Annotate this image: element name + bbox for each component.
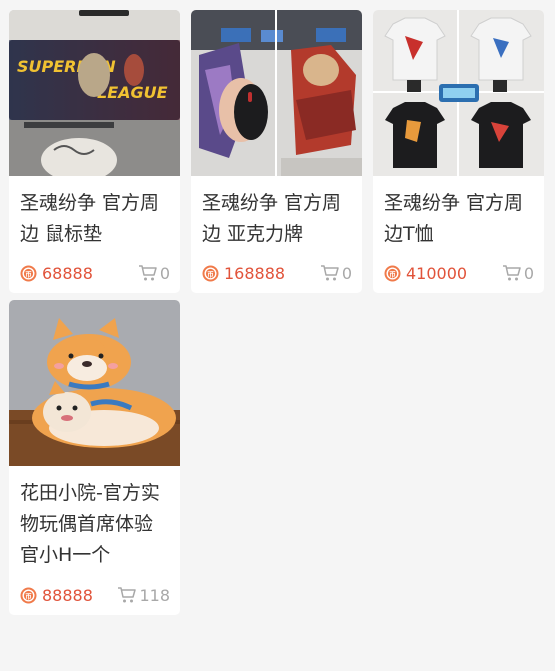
product-card[interactable]: 圣魂纷争 官方周边 亚克力牌 币 168888 0 xyxy=(191,10,362,293)
coin-icon: 币 xyxy=(20,587,37,604)
cart-count: 118 xyxy=(139,585,170,605)
product-price: 410000 xyxy=(406,263,468,283)
product-title[interactable]: 圣魂纷争 官方周边 鼠标垫 xyxy=(9,176,180,262)
cart-icon[interactable] xyxy=(138,264,157,282)
product-image-mousepad[interactable]: SUPERHAN LEAGUE xyxy=(9,10,180,176)
product-price: 168888 xyxy=(224,263,286,283)
product-title[interactable]: 圣魂纷争 官方周边T恤 xyxy=(373,176,544,262)
product-title[interactable]: 圣魂纷争 官方周边 亚克力牌 xyxy=(191,176,362,262)
product-card[interactable]: 花田小院-官方实物玩偶首席体验官小H一个 币 88888 118 xyxy=(9,300,180,615)
cart-icon[interactable] xyxy=(502,264,521,282)
svg-text:币: 币 xyxy=(25,269,32,278)
cart-icon[interactable] xyxy=(320,264,339,282)
product-card[interactable]: 圣魂纷争 官方周边T恤 币 410000 0 xyxy=(373,10,544,293)
svg-text:币: 币 xyxy=(389,269,396,278)
product-price: 88888 xyxy=(42,585,93,605)
product-meta: 币 68888 0 xyxy=(20,263,170,283)
product-meta: 币 88888 118 xyxy=(20,585,170,605)
product-card[interactable]: SUPERHAN LEAGUE 圣魂纷争 官方周边 鼠标垫 币 68888 0 xyxy=(9,10,180,293)
product-meta: 币 410000 0 xyxy=(384,263,534,283)
product-meta: 币 168888 0 xyxy=(202,263,352,283)
cart-count: 0 xyxy=(341,263,352,283)
product-image-plush[interactable] xyxy=(9,300,180,466)
coin-icon: 币 xyxy=(202,265,219,282)
coin-icon: 币 xyxy=(20,265,37,282)
cart-count: 0 xyxy=(159,263,170,283)
cart-count: 0 xyxy=(523,263,534,283)
svg-text:币: 币 xyxy=(25,591,32,600)
product-title[interactable]: 花田小院-官方实物玩偶首席体验官小H一个 xyxy=(9,466,180,584)
svg-text:币: 币 xyxy=(207,269,214,278)
product-image-tshirt[interactable] xyxy=(373,10,544,176)
coin-icon: 币 xyxy=(384,265,401,282)
product-image-acrylic[interactable] xyxy=(191,10,362,176)
cart-icon[interactable] xyxy=(117,586,137,604)
product-price: 68888 xyxy=(42,263,93,283)
